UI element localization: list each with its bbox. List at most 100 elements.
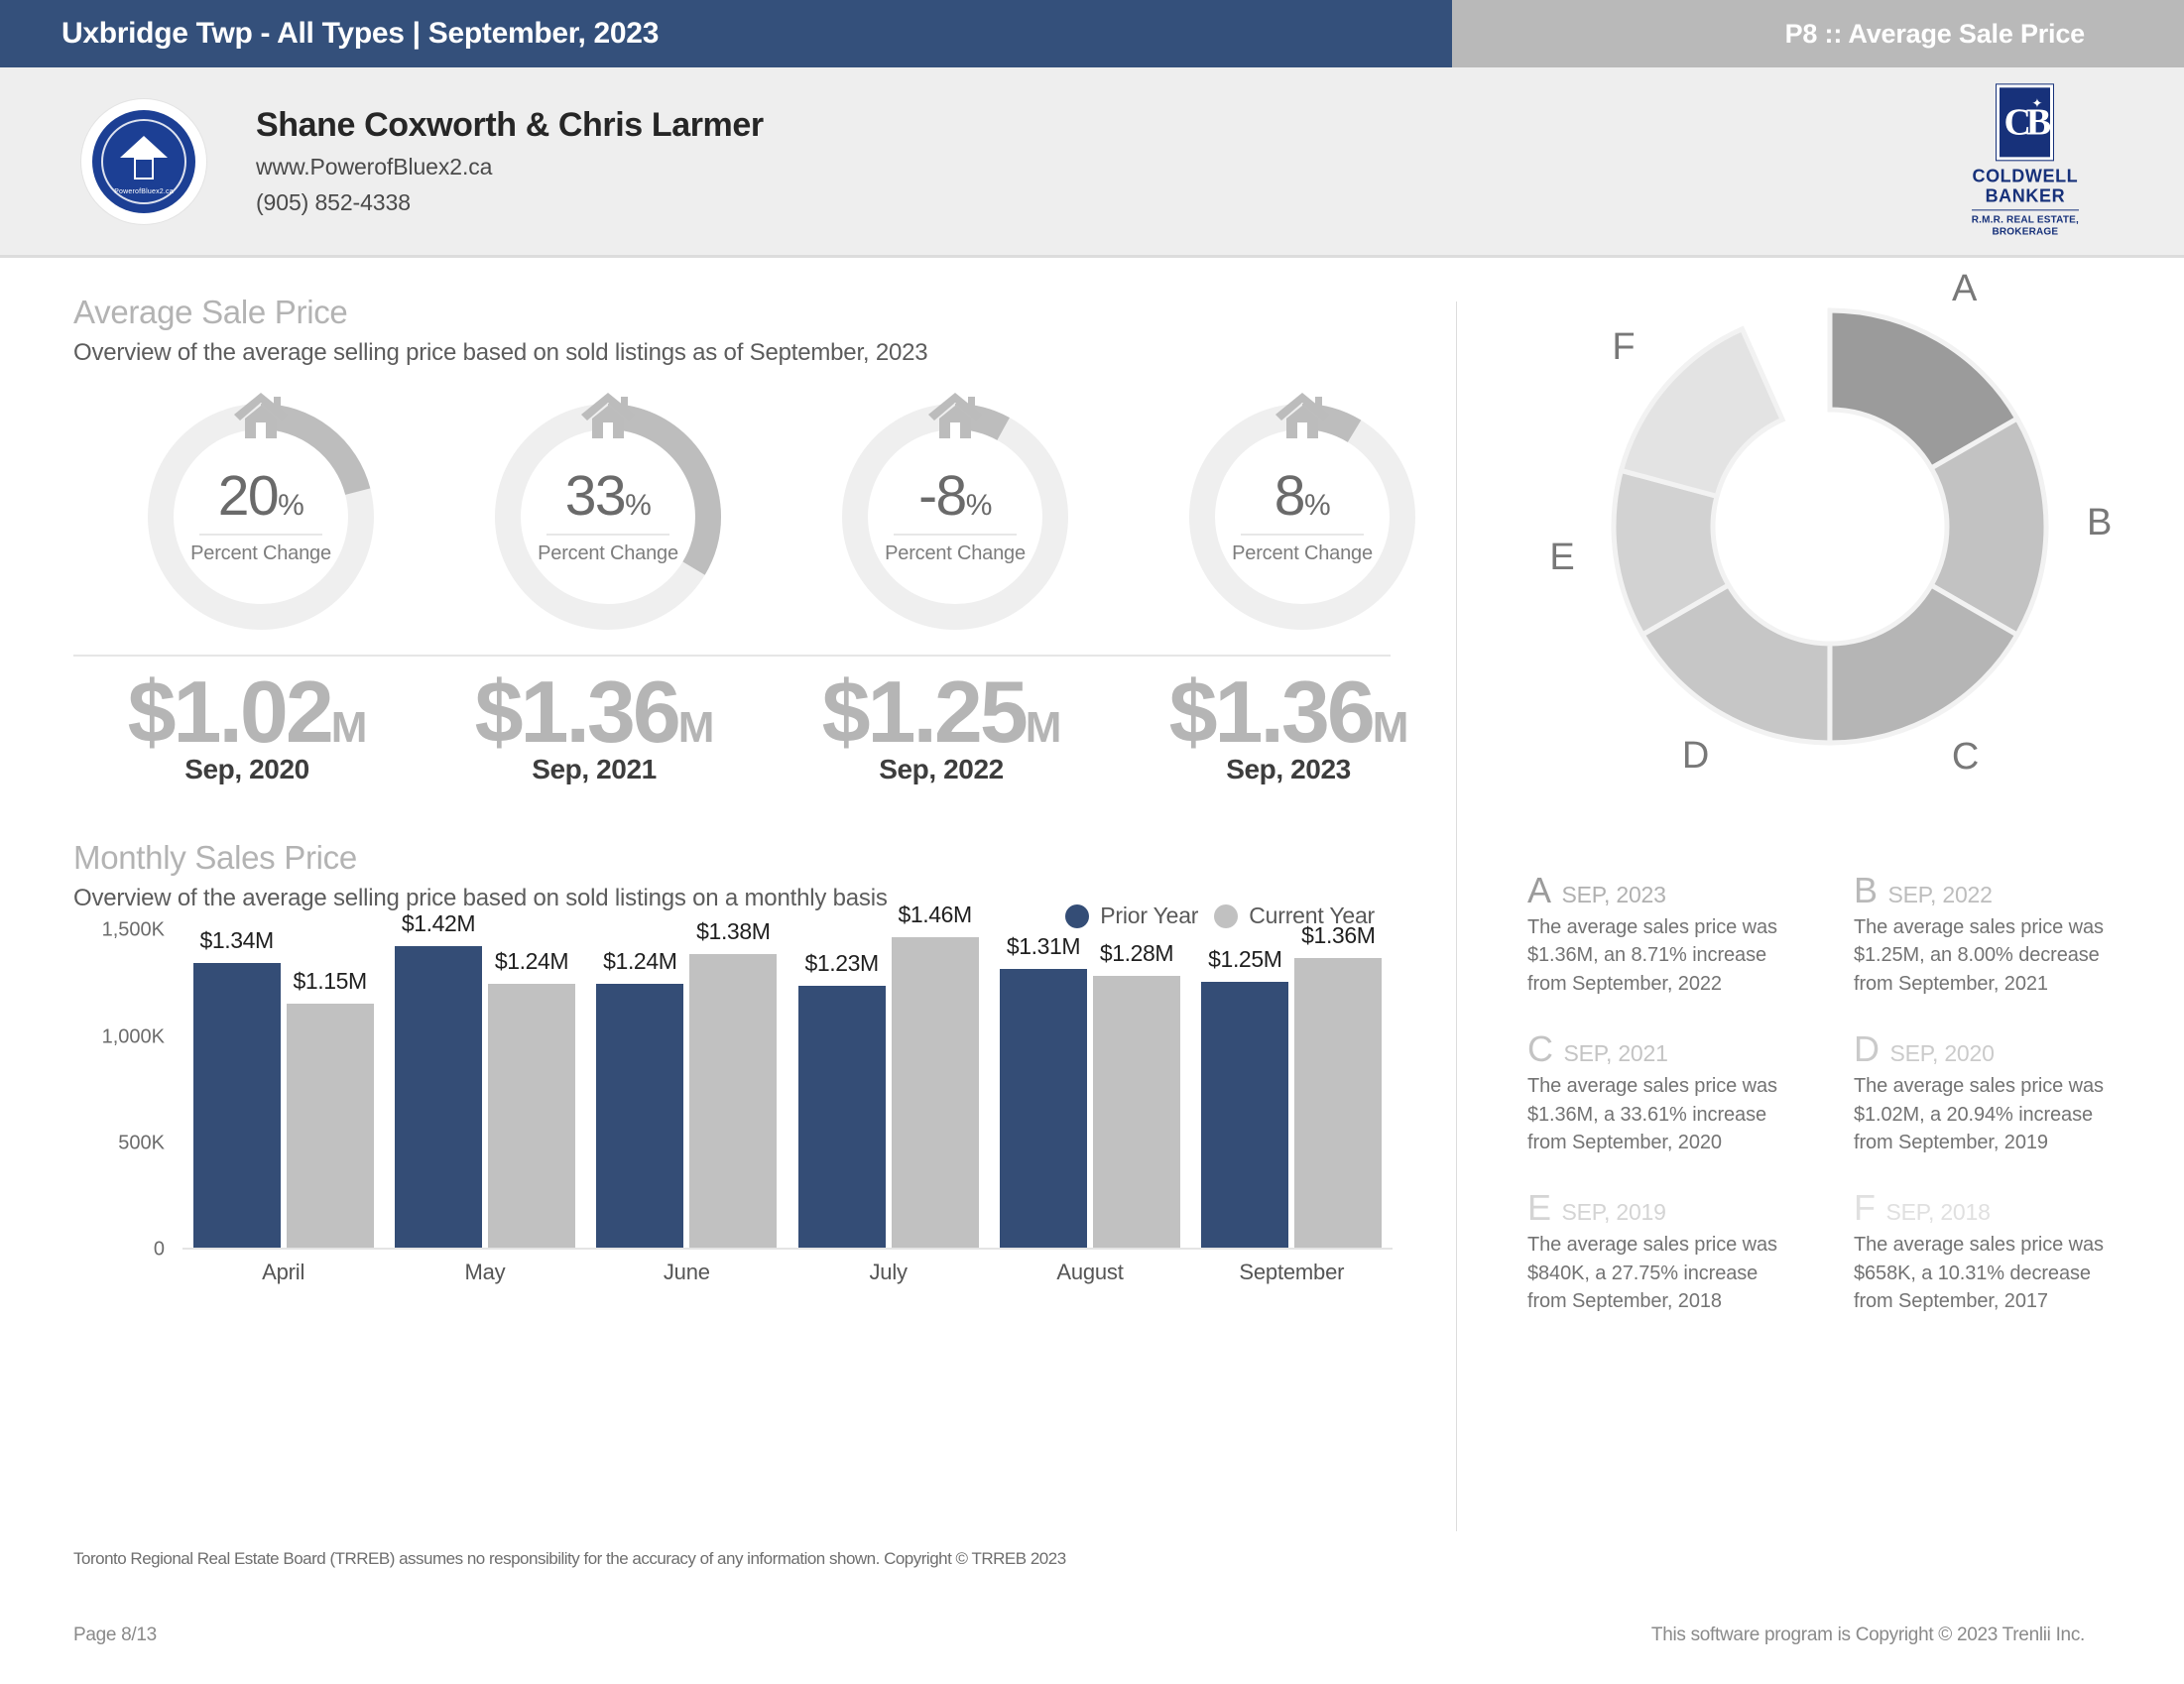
gauge-rule (546, 534, 669, 536)
right-column: A B C D E F A SEP, 2023 The average sales price… (1476, 258, 2184, 1684)
bar-value-label: $1.23M (804, 950, 879, 977)
brokerage-name-line2: BANKER (1985, 185, 2066, 205)
legend-item[interactable]: Prior Year (1065, 902, 1198, 929)
brokerage-sub-line2: BROKERAGE (1992, 226, 2059, 238)
donut-label-f: F (1612, 326, 1636, 369)
y-axis-tick: 0 (153, 1238, 165, 1261)
x-axis-tick: July (869, 1260, 908, 1285)
donut-legend-blocks: A SEP, 2023 The average sales price was $1… (1527, 873, 2162, 1316)
bar-group: $1.42M $1.24M (395, 910, 575, 1249)
bar-value-label: $1.24M (494, 948, 569, 975)
software-copyright: This software program is Copyright © 202… (1650, 1624, 2085, 1645)
agent-phone[interactable]: (905) 852-4338 (256, 189, 764, 216)
section-rule (73, 655, 1391, 657)
legend-block-date: SEP, 2020 (1889, 1040, 1995, 1067)
donut-holder: A B C D E F (1549, 268, 2112, 777)
price-cell: $1.36M Sep, 2023 (1115, 662, 1462, 785)
legend-block-letter: A (1527, 870, 1551, 910)
gauge-center: 8% Percent Change (1186, 401, 1418, 633)
donut-label-d: D (1681, 735, 1709, 778)
title-bar: Uxbridge Twp - All Types | September, 20… (0, 0, 2184, 67)
bar[interactable]: $1.25M (1201, 946, 1289, 1249)
bar[interactable]: $1.31M (1000, 933, 1087, 1249)
legend-label: Prior Year (1100, 902, 1199, 929)
bar-value-label: $1.31M (1006, 933, 1081, 960)
agent-name: Shane Coxworth & Chris Larmer (256, 106, 764, 144)
legend-block-date: SEP, 2018 (1885, 1199, 1991, 1226)
donut-slice-f[interactable] (1618, 325, 1786, 500)
gauge-rule (1241, 534, 1364, 536)
percent-symbol: % (625, 489, 652, 522)
footer: Toronto Regional Real Estate Board (TRRE… (0, 1535, 2184, 1684)
x-axis-tick: June (663, 1260, 710, 1285)
legend-block-body: The average sales price was $1.25M, an 8… (1854, 916, 2104, 995)
bar[interactable]: $1.38M (689, 918, 778, 1249)
price-period-label: Sep, 2020 (184, 754, 309, 785)
legend-block-b: B SEP, 2022 The average sales price was $1… (1854, 873, 2162, 998)
bar[interactable]: $1.24M (596, 948, 684, 1249)
price-unit: M (1025, 703, 1062, 752)
legend-block-letter: D (1854, 1028, 1880, 1070)
bar[interactable]: $1.36M (1294, 922, 1383, 1249)
donut-label-b: B (2087, 502, 2112, 544)
legend-block-date: SEP, 2023 (1561, 882, 1666, 907)
legend-block-date: SEP, 2022 (1887, 882, 1993, 907)
bar[interactable]: $1.23M (797, 950, 886, 1249)
percent-symbol: % (965, 489, 993, 522)
percent-change-gauges: 20% Percent Change 33% Percent Change -8% Per… (87, 393, 1476, 633)
donut-label-c: C (1951, 735, 1979, 778)
legend-block-header: E SEP, 2019 (1527, 1190, 1836, 1226)
yearly-price-row: $1.02M Sep, 2020 $1.36M Sep, 2021 $1.25M Sep,… (73, 662, 1476, 785)
legend-swatch-icon (1065, 903, 1090, 928)
gauge-rule (894, 534, 1017, 536)
price-amount: $1.02M (127, 662, 368, 761)
donut-svg (1611, 307, 2049, 746)
bar[interactable]: $1.15M (286, 968, 374, 1249)
legend-block-body: The average sales price was $1.36M, an 8… (1527, 916, 1777, 995)
agent-bar: PowerofBluex2.ca Shane Coxworth & Chris … (0, 67, 2184, 258)
price-cell: $1.02M Sep, 2020 (73, 662, 421, 785)
bar-value-label: $1.42M (401, 909, 476, 936)
percent-symbol: % (278, 489, 304, 522)
percent-symbol: % (1304, 489, 1331, 522)
price-unit: M (677, 703, 715, 752)
left-column: Average Sale Price Overview of the avera… (0, 258, 1476, 1684)
agent-website[interactable]: www.PowerofBluex2.ca (256, 154, 764, 180)
legend-block-letter: C (1527, 1028, 1553, 1070)
price-amount: $1.36M (1168, 662, 1409, 761)
bar-value-label: $1.36M (1301, 922, 1376, 949)
legend-block-c: C SEP, 2021 The average sales price was $1… (1527, 1031, 1836, 1156)
bar-value-label: $1.34M (199, 926, 274, 953)
brokerage-sub-line1: R.M.R. REAL ESTATE, (1971, 214, 2079, 226)
gauge-ring: 20% Percent Change (145, 393, 377, 633)
legend-swatch-icon (1214, 903, 1239, 928)
legend-block-f: F SEP, 2018 The average sales price was $6… (1854, 1190, 2162, 1315)
bar[interactable]: $1.24M (488, 948, 575, 1249)
gauge-ring: 8% Percent Change (1186, 393, 1418, 633)
bar[interactable]: $1.46M (891, 902, 979, 1249)
report-title: Uxbridge Twp - All Types | September, 20… (61, 17, 660, 50)
bar[interactable]: $1.42M (395, 910, 482, 1249)
donut-label-a: A (1952, 268, 1977, 310)
bar[interactable]: $1.34M (192, 927, 281, 1249)
price-period-label: Sep, 2023 (1226, 754, 1351, 785)
bar-group: $1.25M $1.36M (1201, 922, 1383, 1249)
disclaimer-text: Toronto Regional Real Estate Board (TRRE… (73, 1549, 1066, 1568)
gauge-3: -8% Percent Change (782, 393, 1129, 633)
bar-value-label: $1.25M (1208, 946, 1282, 973)
legend-block-header: F SEP, 2018 (1854, 1190, 2162, 1226)
bar-value-label: $1.46M (898, 901, 972, 927)
brokerage-name-line1: COLDWELL (1972, 165, 2079, 185)
title-bar-left: Uxbridge Twp - All Types | September, 20… (0, 0, 1452, 67)
legend-block-date: SEP, 2019 (1561, 1199, 1666, 1226)
gauge-ring: -8% Percent Change (839, 393, 1071, 633)
gauge-caption: Percent Change (190, 542, 331, 564)
price-amount: $1.36M (474, 662, 715, 761)
star-icon: ✦ (2031, 94, 2043, 110)
bar[interactable]: $1.28M (1093, 940, 1180, 1249)
legend-block-header: D SEP, 2020 (1854, 1031, 2162, 1067)
price-unit: M (1372, 703, 1409, 752)
bar-group: $1.34M $1.15M (192, 927, 374, 1249)
y-axis: 0 500K 1,000K 1,500K (73, 919, 173, 1261)
bar-group: $1.24M $1.38M (596, 918, 778, 1249)
